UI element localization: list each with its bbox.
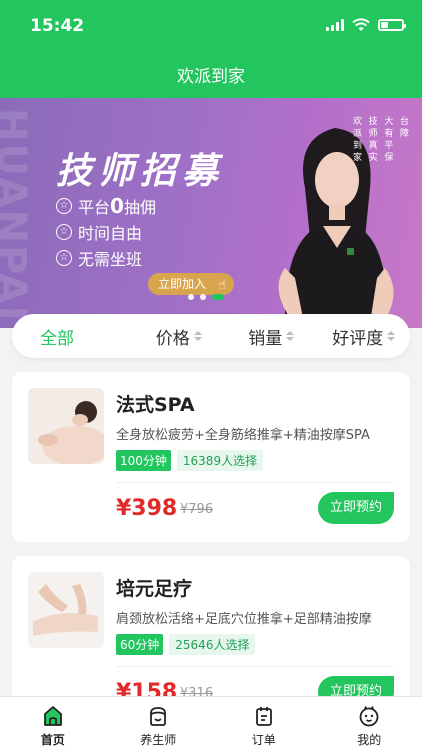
carousel-dots [188,294,224,300]
duration-badge: 60分钟 [116,634,164,655]
carousel-dot-active[interactable] [212,294,224,300]
order-icon [255,707,272,726]
filter-tab-all[interactable]: 全部 [12,324,133,349]
profile-icon [359,706,379,727]
banner-headline: 技师招募 [56,151,225,192]
home-icon [43,706,62,726]
divider [116,666,394,667]
tab-profile[interactable]: 我的 [317,697,422,750]
sort-arrows-icon [387,331,396,341]
tab-label: 我的 [357,733,382,747]
service-original-price: ¥796 [180,502,214,517]
star-icon: ☆ [56,198,72,214]
popularity-badge: 25646人选择 [169,634,256,655]
tab-label: 首页 [40,733,65,747]
feature-text: 时间自由 [78,224,143,243]
service-thumbnail [28,388,104,464]
tab-label: 养生师 [140,733,177,747]
filter-tab-sales[interactable]: 销量 [225,324,318,349]
page-title: 欢派到家 [177,66,245,87]
sort-arrows-icon [193,331,202,341]
wifi-icon [352,18,370,31]
service-name: 培元足疗 [116,578,193,600]
sort-filter-bar: 全部 价格 销量 好评度 [12,314,410,358]
star-icon: ☆ [56,250,72,266]
status-bar: 15:42 [0,0,422,50]
status-time: 15:42 [30,16,85,36]
service-card[interactable]: 法式SPA 全身放松疲劳+全身筋络推拿+精油按摩SPA 100分钟 16389人… [12,372,410,542]
service-description: 全身放松疲劳+全身筋络推拿+精油按摩SPA [116,428,370,443]
feature-text: 无需坐班 [78,250,143,269]
banner-feature-2: ☆ 时间自由 [56,220,142,244]
tab-label: 订单 [251,733,276,747]
duration-badge: 100分钟 [116,450,171,471]
signal-icon [326,19,344,31]
battery-level [381,22,388,28]
therapist-icon [150,707,167,726]
bottom-tab-bar: 首页 养生师 订单 我的 [0,696,422,750]
carousel-dot[interactable] [200,294,206,300]
service-price: ¥398 [116,496,178,521]
filter-tab-rating[interactable]: 好评度 [318,324,411,349]
join-now-label: 立即加入 [158,277,207,291]
banner-feature-3: ☆ 无需坐班 [56,246,142,270]
nav-bar: 欢派到家 [0,50,422,98]
sort-arrows-icon [286,331,295,341]
divider [116,482,394,483]
tab-therapist[interactable]: 养生师 [106,697,212,750]
service-tags: 100分钟 16389人选择 [116,450,264,471]
join-now-button[interactable]: 立即加入 ☝ [148,273,235,295]
carousel-dot[interactable] [188,294,194,300]
banner-side-text: 欢派到家 技师真实 大有平保 台障 [350,116,408,164]
service-description: 肩颈放松活络+足底穴位推拿+足部精油按摩 [116,612,372,627]
star-icon: ☆ [56,224,72,240]
filter-tab-price[interactable]: 价格 [133,324,226,349]
tab-home[interactable]: 首页 [0,697,106,750]
tab-orders[interactable]: 订单 [211,697,317,750]
feature-text: 平台0抽佣 [78,194,156,218]
book-now-button[interactable]: 立即预约 [317,492,394,524]
service-tags: 60分钟 25646人选择 [116,634,256,655]
service-name: 法式SPA [116,394,195,416]
recruit-banner[interactable]: HUANPAI 技师招募 ☆ 平台0抽佣 ☆ 时间自由 ☆ 无需坐班 立即加入 … [0,98,422,328]
banner-feature-1: ☆ 平台0抽佣 [56,194,156,218]
battery-icon [378,19,406,31]
status-icons [326,18,406,32]
service-thumbnail [28,572,104,648]
popularity-badge: 16389人选择 [176,450,264,471]
banner-ghost-text: HUANPAI [0,108,34,323]
